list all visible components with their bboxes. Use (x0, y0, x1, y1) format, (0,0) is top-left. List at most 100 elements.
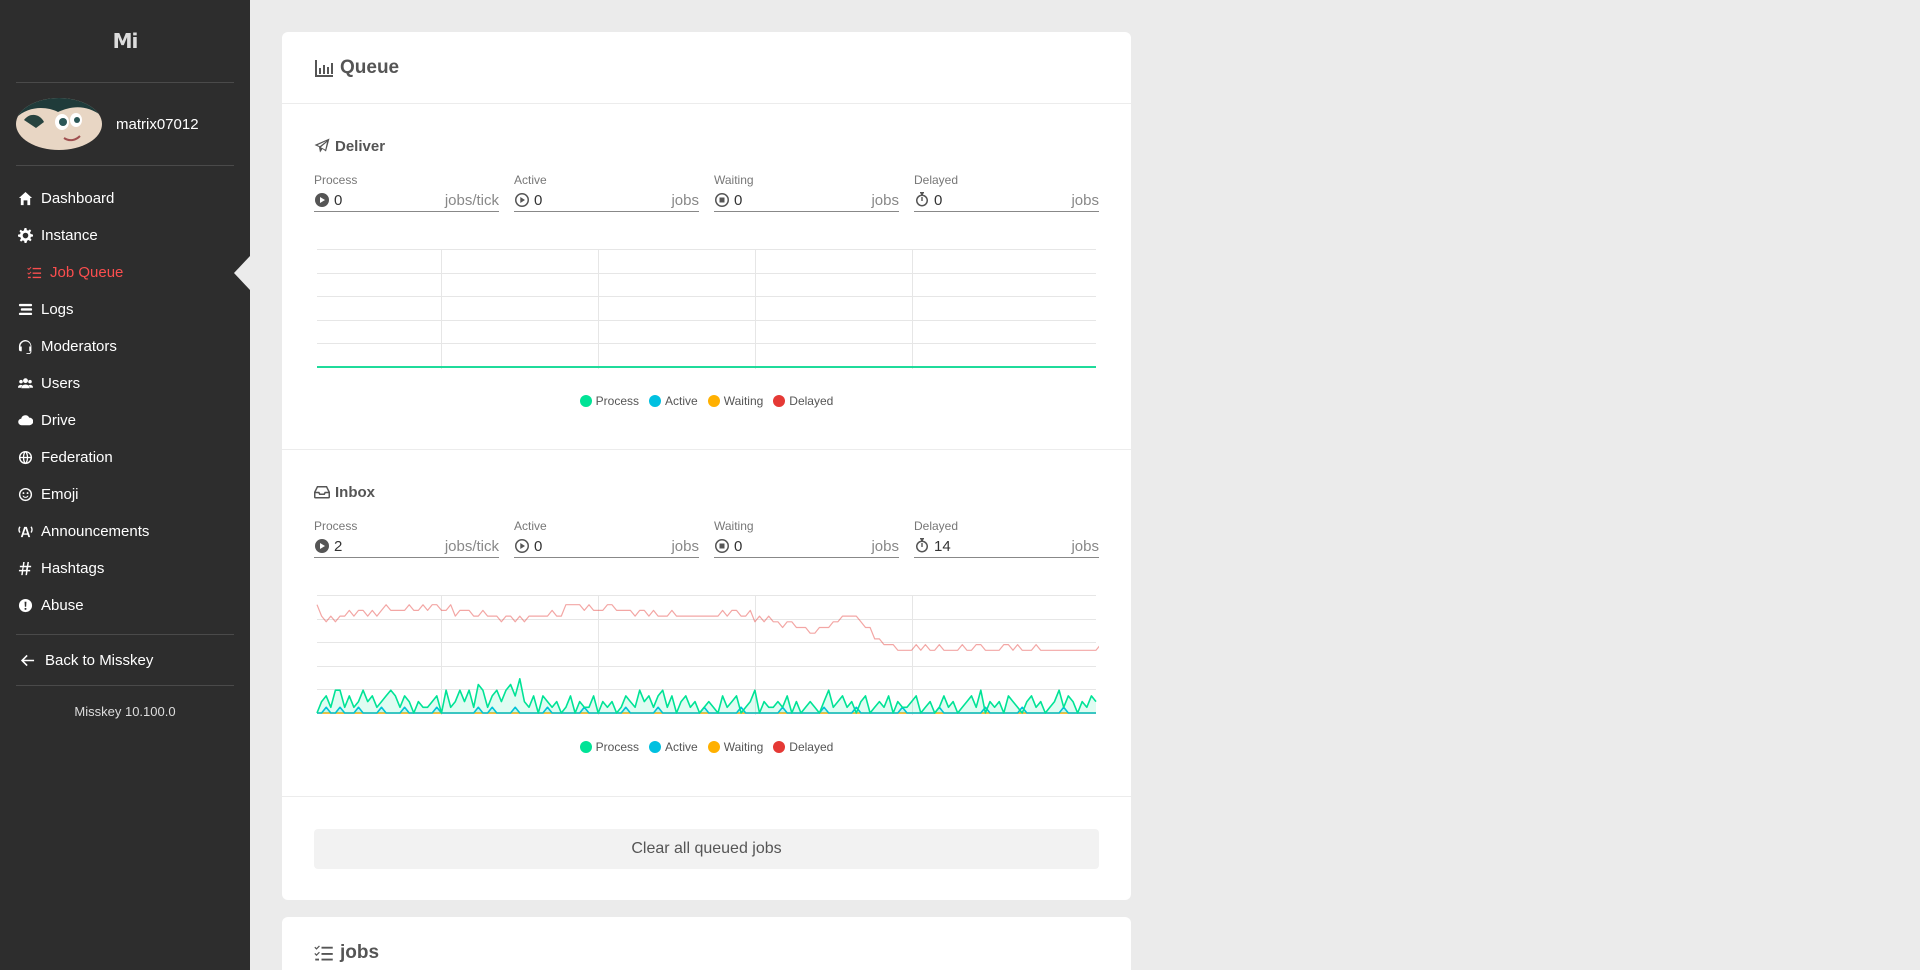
legend-item-active[interactable]: Active (649, 394, 698, 408)
users-icon (17, 376, 33, 392)
play-circle-icon (315, 539, 329, 553)
inbox-stat-waiting: Waiting 0 jobs (714, 519, 899, 558)
nav-label: Federation (41, 449, 113, 466)
inbox-legend: Process Active Waiting Delayed (282, 740, 1131, 754)
stat-unit: jobs (671, 191, 699, 209)
stat-label: Process (314, 173, 358, 187)
deliver-stat-waiting: Waiting 0 jobs (714, 173, 899, 212)
jobs-title: jobs (340, 942, 380, 963)
queue-card-title: Queue (282, 32, 1131, 104)
cloud-icon (17, 413, 33, 429)
nav-label: Dashboard (41, 190, 115, 207)
avatar[interactable] (16, 98, 102, 150)
stat-label: Delayed (914, 519, 959, 533)
legend-item-waiting[interactable]: Waiting (707, 740, 763, 754)
stopwatch-icon (916, 192, 928, 207)
user-profile[interactable]: matrix07012 (0, 83, 250, 165)
nav-label: Abuse (41, 597, 84, 614)
headset-icon (17, 339, 33, 355)
nav-item-hashtags[interactable]: Hashtags (0, 550, 250, 587)
home-icon (17, 191, 33, 207)
stat-value: 0 (334, 191, 343, 209)
deliver-chart (317, 249, 1096, 369)
deliver-title: Deliver (314, 136, 1099, 156)
tasks-icon (26, 265, 42, 281)
stat-value: 0 (734, 537, 743, 555)
chart-bar-icon (315, 59, 333, 77)
stat-value: 0 (934, 191, 943, 209)
deliver-legend: Process Active Waiting Delayed (282, 394, 1131, 408)
stopwatch-icon (916, 538, 928, 553)
nav-label: Drive (41, 412, 77, 429)
stat-label: Delayed (914, 173, 959, 187)
play-circle-outline-icon (515, 539, 529, 553)
play-circle-icon (315, 193, 329, 207)
deliver-stat-active: Active 0 jobs (514, 173, 699, 212)
deliver-stats: Process 0 jobs/tick Active 0 jobs Waitin… (314, 173, 1099, 212)
inbox-stats: Process 2 jobs/tick Active 0 jobs Waitin… (314, 519, 1099, 558)
stat-unit: jobs (871, 537, 899, 555)
clear-wrap: Clear all queued jobs (282, 797, 1131, 901)
queue-title: Queue (340, 56, 400, 78)
stat-unit: jobs/tick (444, 537, 499, 555)
deliver-stat-process: Process 0 jobs/tick (314, 173, 499, 212)
nav-item-abuse[interactable]: Abuse (0, 587, 250, 624)
nav-item-job-queue[interactable]: Job Queue (0, 254, 250, 291)
nav-label: Emoji (41, 486, 79, 503)
clear-all-queued-jobs-button[interactable]: Clear all queued jobs (314, 829, 1099, 869)
nav-item-dashboard[interactable]: Dashboard (0, 180, 250, 217)
stat-unit: jobs/tick (444, 191, 499, 209)
exclamation-icon (17, 598, 33, 614)
hashtag-icon (17, 561, 33, 577)
app-version: Misskey 10.100.0 (74, 704, 176, 719)
stop-circle-icon (715, 193, 729, 207)
stat-label: Process (314, 519, 358, 533)
nav-item-emoji[interactable]: Emoji (0, 476, 250, 513)
stat-label: Active (514, 173, 547, 187)
jobs-card-title: jobs (282, 917, 1131, 970)
arrow-left-icon (20, 654, 35, 666)
paper-plane-icon (314, 138, 330, 153)
nav-item-users[interactable]: Users (0, 365, 250, 402)
stop-circle-icon (715, 539, 729, 553)
stat-label: Waiting (714, 519, 754, 533)
inbox-stat-delayed: Delayed 14 jobs (914, 519, 1099, 558)
nav-label: Logs (41, 301, 74, 318)
legend-item-process[interactable]: Process (579, 394, 639, 408)
series-line-delayed (316, 604, 1099, 651)
nav-label: Announcements (41, 523, 150, 540)
nav-item-federation[interactable]: Federation (0, 439, 250, 476)
nav-item-drive[interactable]: Drive (0, 402, 250, 439)
stat-value: 0 (534, 191, 543, 209)
legend-item-delayed[interactable]: Delayed (773, 394, 833, 408)
nav-item-announcements[interactable]: Announcements (0, 513, 250, 550)
nav-label: Users (41, 375, 81, 392)
stat-value: 2 (334, 537, 343, 555)
legend-item-process[interactable]: Process (579, 740, 639, 754)
broadcast-icon (17, 524, 33, 540)
inbox-title: Inbox (314, 482, 1099, 502)
inbox-section: Inbox Process 2 jobs/tick Active 0 jobs (282, 450, 1131, 797)
stat-value: 0 (734, 191, 743, 209)
nav-item-moderators[interactable]: Moderators (0, 328, 250, 365)
stat-unit: jobs (871, 191, 899, 209)
legend-item-delayed[interactable]: Delayed (773, 740, 833, 754)
misskey-logo[interactable]: Mi (0, 0, 250, 82)
inbox-icon (314, 486, 330, 499)
inbox-chart (316, 595, 1099, 715)
back-label: Back to Misskey (45, 651, 154, 669)
legend-item-active[interactable]: Active (649, 740, 698, 754)
legend-item-waiting[interactable]: Waiting (707, 394, 763, 408)
smile-icon (17, 487, 33, 503)
cog-icon (17, 228, 33, 244)
deliver-section: Deliver Process 0 jobs/tick Active 0 job… (282, 104, 1131, 450)
nav-item-logs[interactable]: Logs (0, 291, 250, 328)
globe-icon (17, 450, 33, 466)
inbox-stat-active: Active 0 jobs (514, 519, 699, 558)
inbox-stat-process: Process 2 jobs/tick (314, 519, 499, 558)
nav-item-instance[interactable]: Instance (0, 217, 250, 254)
deliver-title-label: Deliver (335, 137, 386, 155)
stream-icon (17, 302, 33, 318)
back-to-misskey-link[interactable]: Back to Misskey (0, 635, 250, 685)
stat-value: 14 (934, 537, 951, 555)
